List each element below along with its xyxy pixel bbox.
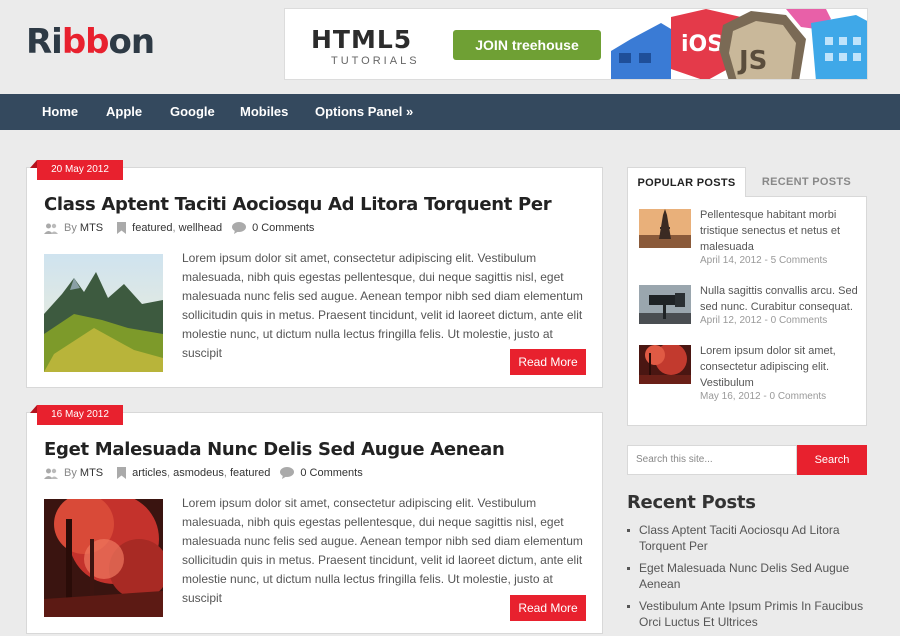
search-input[interactable]: Search this site... xyxy=(627,445,797,475)
popular-post-meta: May 16, 2012 - 0 Comments xyxy=(700,391,826,402)
nav-item-mobiles[interactable]: Mobiles xyxy=(240,94,288,130)
post-excerpt: Lorem ipsum dolor sit amet, consectetur … xyxy=(182,251,583,360)
read-more-button[interactable]: Read More xyxy=(510,595,586,621)
popular-post-thumbnail[interactable] xyxy=(639,209,691,248)
popular-post-title[interactable]: Nulla sagittis convallis arcu. Sed sed n… xyxy=(700,283,860,315)
ad-join-button[interactable]: JOIN treehouse xyxy=(453,30,601,60)
popular-post-meta: April 14, 2012 - 5 Comments xyxy=(700,255,827,266)
tag-icon xyxy=(117,222,127,234)
read-more-button[interactable]: Read More xyxy=(510,349,586,375)
post-meta: By MTS articles, asmodeus, featured 0 Co… xyxy=(44,467,363,479)
recent-post-link[interactable]: Class Aptent Taciti Aociosqu Ad Litora T… xyxy=(627,522,867,554)
recent-post-link[interactable]: Vestibulum Ante Ipsum Primis In Faucibus… xyxy=(627,598,867,630)
post-tag-link[interactable]: featured xyxy=(230,467,270,479)
author-icon xyxy=(44,223,58,234)
nav-item-home[interactable]: Home xyxy=(42,94,78,130)
post-comments-link[interactable]: 0 Comments xyxy=(300,467,362,479)
post-tag-separator: , xyxy=(166,467,171,479)
post-comments-link[interactable]: 0 Comments xyxy=(252,222,314,234)
popular-post-comments[interactable]: 5 Comments xyxy=(771,255,828,266)
post-tag-separator: , xyxy=(223,467,227,479)
post-tag-link[interactable]: featured xyxy=(132,222,172,234)
nav-item-apple[interactable]: Apple xyxy=(106,94,142,130)
ad-button-text-1: JOIN xyxy=(475,37,512,53)
meta-separator: - xyxy=(760,391,770,402)
post-card: 20 May 2012 Class Aptent Taciti Aociosqu… xyxy=(26,160,603,388)
main-navigation: Home Apple Google Mobiles Options Panel … xyxy=(0,94,900,130)
post-date-badge: 20 May 2012 xyxy=(30,160,123,180)
ad-button-text-2: treehouse xyxy=(511,37,579,53)
post-tag-link[interactable]: asmodeus xyxy=(173,467,224,479)
logo-text-3: on xyxy=(108,22,156,62)
post-tag-link[interactable]: articles xyxy=(132,467,167,479)
popular-post-comments[interactable]: 0 Comments xyxy=(770,391,827,402)
author-icon xyxy=(44,468,58,479)
post-tag-separator: , xyxy=(172,222,176,234)
post-author-link[interactable]: MTS xyxy=(80,222,103,234)
meta-separator: - xyxy=(761,255,771,266)
post-tag-link[interactable]: wellhead xyxy=(179,222,222,234)
post-title[interactable]: Class Aptent Taciti Aociosqu Ad Litora T… xyxy=(44,194,552,215)
post-thumbnail-mountains[interactable] xyxy=(44,254,163,372)
popular-post-date: April 14, 2012 xyxy=(700,255,762,266)
nav-item-google[interactable]: Google xyxy=(170,94,215,130)
post-excerpt: Lorem ipsum dolor sit amet, consectetur … xyxy=(182,496,583,605)
ad-subline: TUTORIALS xyxy=(331,55,420,67)
search-button[interactable]: Search xyxy=(797,445,867,475)
nav-item-options-panel[interactable]: Options Panel » xyxy=(315,94,413,130)
recent-post-link[interactable]: Eget Malesuada Nunc Delis Sed Augue Aene… xyxy=(627,560,867,592)
post-thumbnail-autumn-forest[interactable] xyxy=(44,499,163,617)
svg-text:JS: JS xyxy=(737,46,767,76)
meta-separator: - xyxy=(761,315,771,326)
tag-icon xyxy=(117,467,127,479)
popular-post-date: May 16, 2012 xyxy=(700,391,761,402)
ad-badges-illustration: iOS JS xyxy=(611,9,867,79)
popular-post-thumbnail[interactable] xyxy=(639,345,691,384)
svg-text:iOS: iOS xyxy=(681,32,723,57)
ad-headline: HTML5 xyxy=(311,25,413,54)
header-ad-banner[interactable]: HTML5 TUTORIALS JOIN treehouse iOS JS xyxy=(284,8,868,80)
post-date-badge: 16 May 2012 xyxy=(30,405,123,425)
logo-text-1: Ri xyxy=(26,22,63,62)
popular-post-thumbnail[interactable] xyxy=(639,285,691,324)
post-title[interactable]: Eget Malesuada Nunc Delis Sed Augue Aene… xyxy=(44,439,505,460)
site-header: Ribbon HTML5 TUTORIALS JOIN treehouse iO… xyxy=(0,0,900,94)
popular-post-comments[interactable]: 0 Comments xyxy=(771,315,828,326)
logo-text-2: bb xyxy=(61,22,110,62)
post-by-label: By xyxy=(64,467,77,479)
post-author-link[interactable]: MTS xyxy=(80,467,103,479)
tab-popular-posts[interactable]: POPULAR POSTS xyxy=(627,167,746,197)
site-logo[interactable]: Ribbon xyxy=(26,22,156,62)
tab-recent-posts[interactable]: RECENT POSTS xyxy=(746,167,867,197)
sidebar-tabs-widget: POPULAR POSTS RECENT POSTS Pellentesque … xyxy=(627,167,867,426)
popular-posts-panel: Pellentesque habitant morbi tristique se… xyxy=(627,196,867,426)
popular-post-meta: April 12, 2012 - 0 Comments xyxy=(700,315,827,326)
post-by-label: By xyxy=(64,222,77,234)
comment-icon xyxy=(232,222,247,234)
popular-post-title[interactable]: Pellentesque habitant morbi tristique se… xyxy=(700,207,860,255)
recent-posts-heading: Recent Posts xyxy=(627,492,756,513)
comment-icon xyxy=(280,467,295,479)
popular-post-date: April 12, 2012 xyxy=(700,315,762,326)
post-meta: By MTS featured, wellhead 0 Comments xyxy=(44,222,314,234)
post-card: 16 May 2012 Eget Malesuada Nunc Delis Se… xyxy=(26,405,603,634)
popular-post-title[interactable]: Lorem ipsum dolor sit amet, consectetur … xyxy=(700,343,860,391)
